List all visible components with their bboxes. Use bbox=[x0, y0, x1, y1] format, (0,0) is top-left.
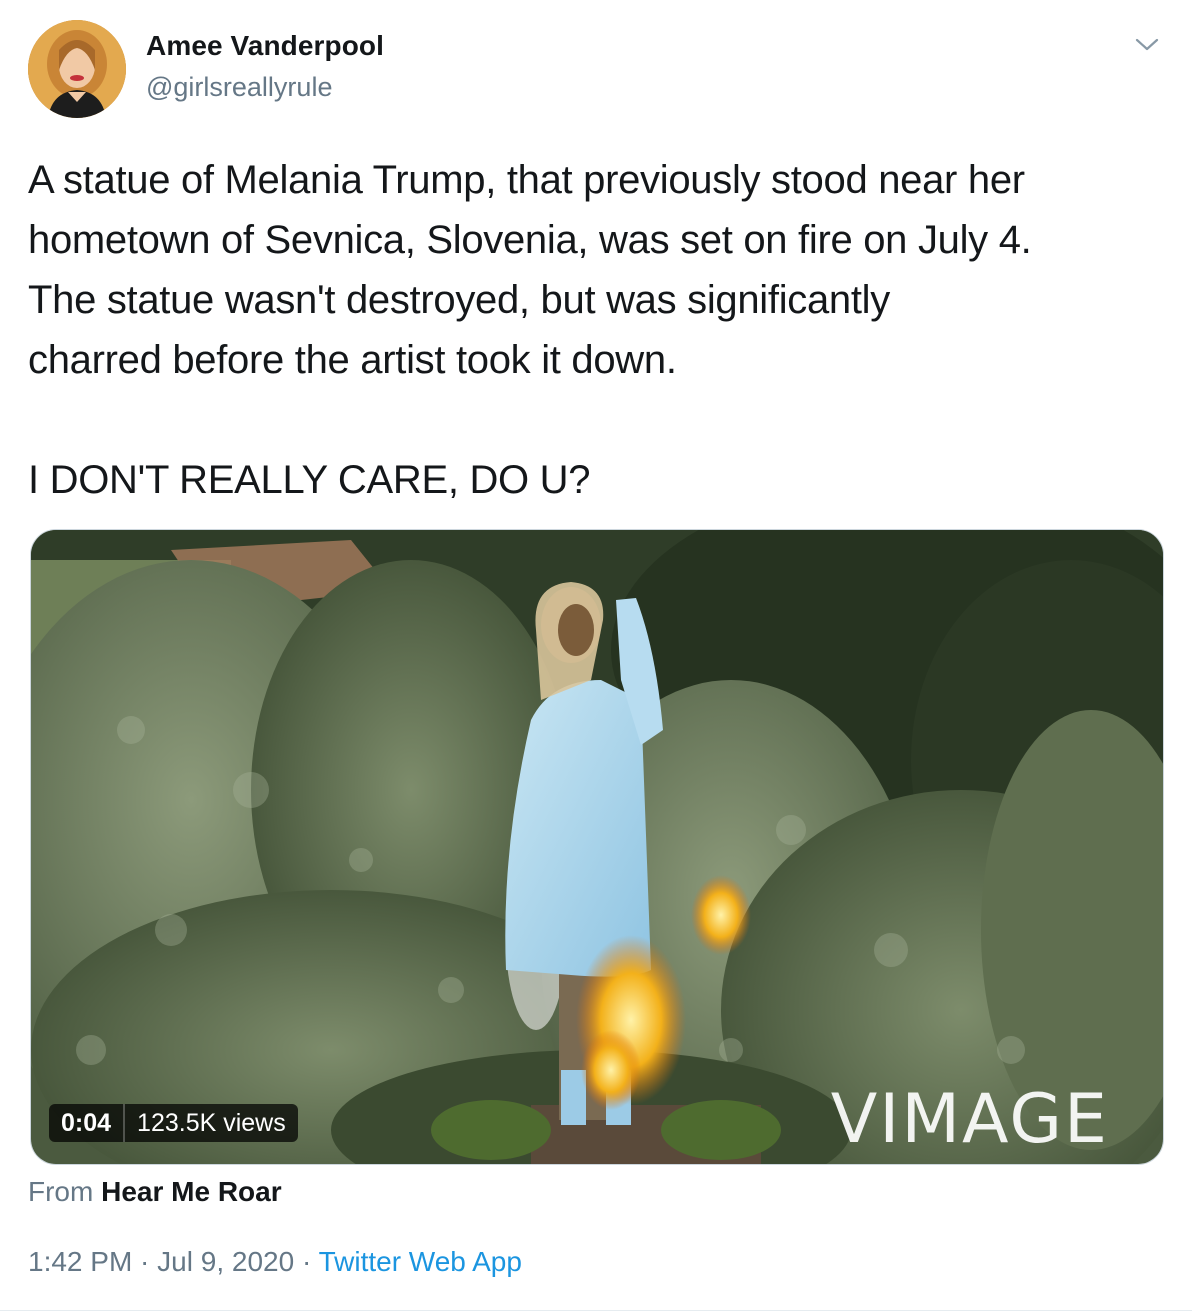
avatar[interactable] bbox=[28, 20, 126, 118]
avatar-image bbox=[28, 20, 126, 118]
tweet-time[interactable]: 1:42 PM bbox=[28, 1246, 132, 1277]
video-watermark: VIMAGE bbox=[830, 1080, 1109, 1159]
tweet-date[interactable]: Jul 9, 2020 bbox=[157, 1246, 294, 1277]
video-player[interactable]: 0:04 123.5K views VIMAGE bbox=[30, 529, 1164, 1165]
meta-separator: · bbox=[294, 1246, 319, 1277]
tweet-text-second: I DON'T REALLY CARE, DO U? bbox=[28, 458, 591, 502]
tweet-text: A statue of Melania Trump, that previous… bbox=[28, 158, 1032, 382]
video-views: 123.5K views bbox=[137, 1108, 286, 1137]
video-info-badge: 0:04 123.5K views bbox=[49, 1104, 298, 1142]
author-name[interactable]: Amee Vanderpool bbox=[146, 30, 384, 62]
tweet-client-link[interactable]: Twitter Web App bbox=[319, 1246, 522, 1277]
divider bbox=[0, 1310, 1192, 1311]
source-prefix: From bbox=[28, 1176, 94, 1207]
video-source: From Hear Me Roar bbox=[28, 1176, 282, 1208]
tweet-meta: 1:42 PM · Jul 9, 2020 · Twitter Web App bbox=[28, 1246, 522, 1278]
video-frame bbox=[31, 530, 1163, 1164]
meta-separator: · bbox=[132, 1246, 158, 1277]
chevron-down-icon[interactable] bbox=[1134, 34, 1160, 56]
tweet-card: Amee Vanderpool @girlsreallyrule A statu… bbox=[0, 0, 1192, 1314]
video-duration: 0:04 bbox=[61, 1108, 112, 1137]
author-handle[interactable]: @girlsreallyrule bbox=[146, 72, 332, 103]
source-name[interactable]: Hear Me Roar bbox=[101, 1176, 282, 1207]
